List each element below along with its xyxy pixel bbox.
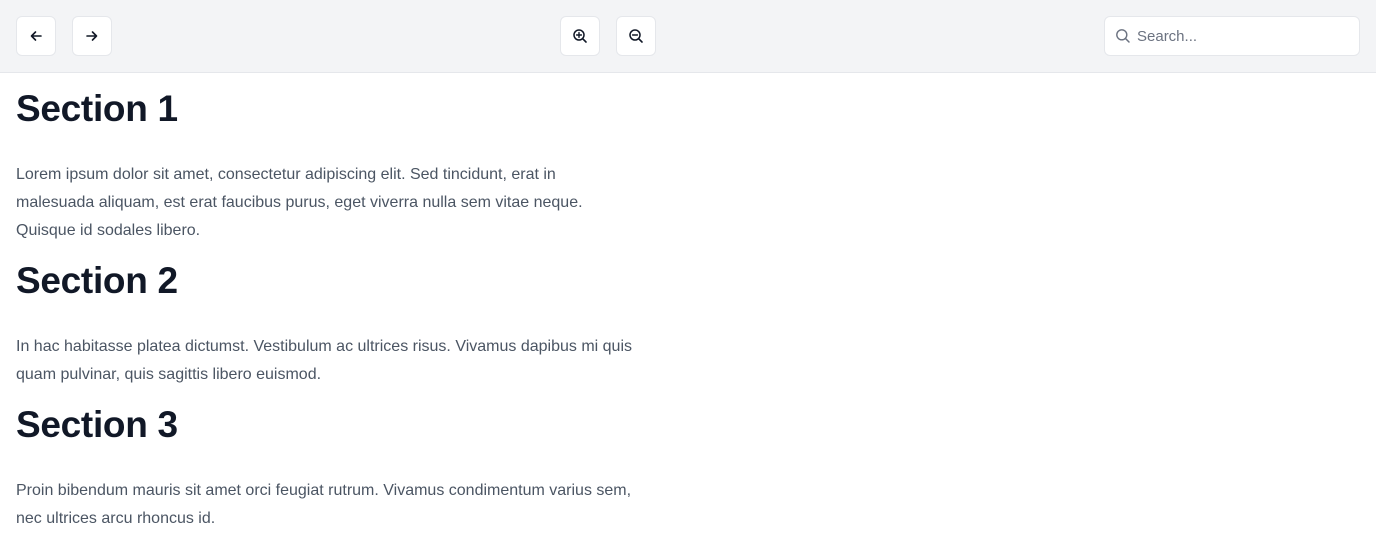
section-3-body: Proin bibendum mauris sit amet orci feug…	[16, 482, 632, 527]
search-box[interactable]	[1104, 16, 1360, 56]
zoom-in-icon	[573, 29, 587, 43]
zoom-in-button[interactable]	[560, 16, 600, 56]
forward-button[interactable]	[72, 16, 112, 56]
arrow-right-icon	[86, 31, 98, 41]
section-2-body: In hac habitasse platea dictumst. Vestib…	[16, 338, 632, 383]
zoom-out-button[interactable]	[616, 16, 656, 56]
back-button[interactable]	[16, 16, 56, 56]
section-3-title: Section 3	[16, 404, 178, 445]
search-icon	[1116, 29, 1130, 43]
section-1-body: Lorem ipsum dolor sit amet, consectetur …	[16, 166, 583, 239]
section-2-title: Section 2	[16, 260, 178, 301]
toolbar	[0, 0, 1376, 73]
zoom-out-icon	[629, 29, 643, 43]
search-input[interactable]	[1137, 17, 1355, 55]
section-1-title: Section 1	[16, 88, 178, 129]
arrow-left-icon	[30, 31, 42, 41]
